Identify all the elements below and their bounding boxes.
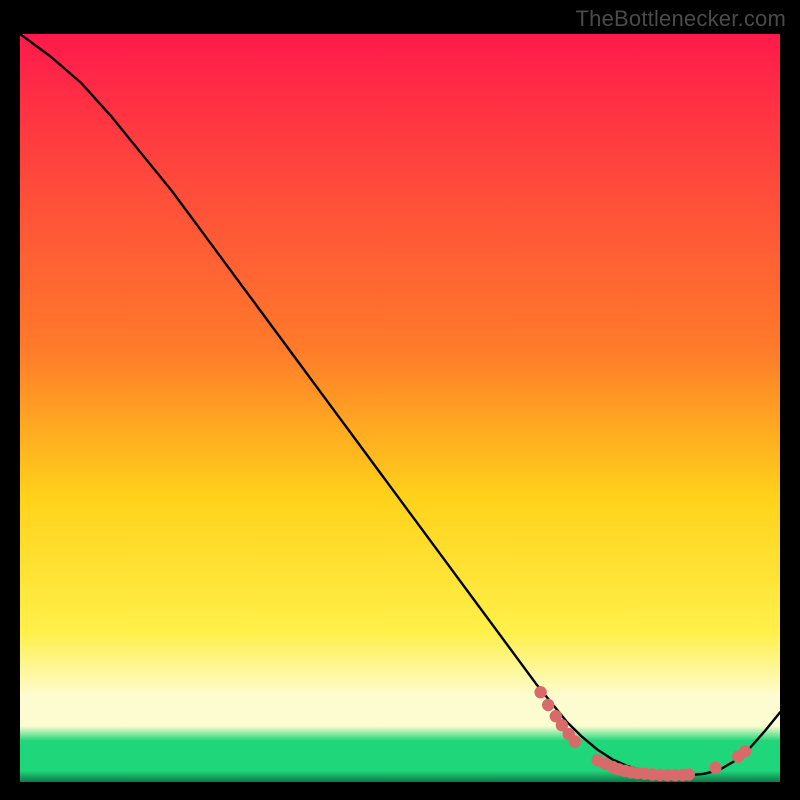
chart-frame: TheBottlenecker.com [0, 0, 800, 800]
attribution-label: TheBottlenecker.com [576, 6, 786, 32]
curve-marker [542, 699, 554, 711]
curve-marker [683, 768, 695, 780]
curve-marker [534, 686, 546, 698]
curve-marker [569, 735, 581, 747]
chart-svg [20, 34, 780, 782]
plot-area [20, 34, 780, 782]
curve-marker [739, 745, 751, 757]
curve-marker [709, 762, 721, 774]
